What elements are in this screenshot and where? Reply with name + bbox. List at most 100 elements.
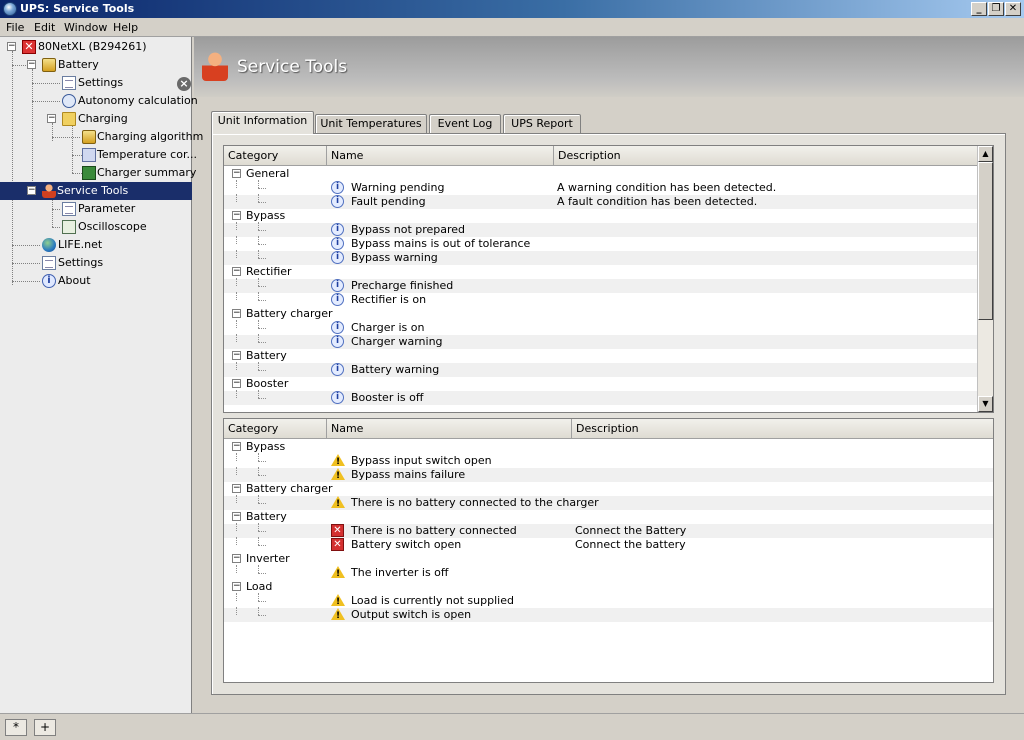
collapse-icon[interactable]: − (27, 186, 36, 195)
error-icon: ✕ (331, 524, 344, 537)
collapse-icon[interactable]: − (232, 379, 241, 388)
scroll-up-button[interactable]: ▲ (978, 146, 993, 162)
category-row[interactable]: − Booster (224, 377, 979, 391)
collapse-icon[interactable]: − (232, 512, 241, 521)
table-row[interactable]: ! Bypass input switch open (224, 453, 993, 468)
table-row[interactable]: i Fault pending A fault condition has been… (224, 194, 979, 209)
table-row[interactable]: ! Bypass mains failure (224, 467, 993, 482)
column-category[interactable]: Category (224, 146, 327, 166)
column-name[interactable]: Name (327, 419, 572, 439)
info-icon: i (331, 195, 344, 208)
table-row[interactable]: i Charger is on (224, 320, 979, 335)
tab-event-log[interactable]: Event Log (429, 114, 501, 133)
collapse-icon[interactable]: − (232, 267, 241, 276)
column-description[interactable]: Description (554, 146, 979, 166)
add-button[interactable]: + (34, 719, 56, 736)
tree-node-ups-unit[interactable]: − ✕ 80NetXL (B294261) (4, 38, 174, 56)
collapse-icon[interactable]: − (232, 211, 241, 220)
item-name: Charger warning (351, 335, 443, 348)
menu-help[interactable]: Help (113, 21, 138, 34)
window-title: UPS: Service Tools (20, 2, 135, 15)
column-description[interactable]: Description (572, 419, 993, 439)
info-icon: i (331, 363, 344, 376)
service-person-icon (202, 51, 228, 81)
table-row[interactable]: i Charger warning (224, 334, 979, 349)
collapse-icon[interactable]: − (7, 42, 16, 51)
table-row[interactable]: i Battery warning (224, 362, 979, 377)
alarms-grid[interactable]: Category Name Description − Bypass! Bypass… (223, 418, 994, 683)
tree-node-service-tools[interactable]: − Service Tools (0, 182, 192, 200)
tree-node-oscilloscope[interactable]: Oscilloscope (60, 218, 160, 236)
tree-label-root: 80NetXL (B294261) (38, 40, 147, 53)
tab-unit-information[interactable]: Unit Information (211, 111, 314, 134)
tree-node-parameter[interactable]: Parameter (60, 200, 160, 218)
menu-file[interactable]: File (6, 21, 24, 34)
category-row[interactable]: − Battery charger (224, 482, 993, 496)
table-row[interactable]: ✕ Battery switch open Connect the battery (224, 537, 993, 552)
table-row[interactable]: i Precharge finished (224, 278, 979, 293)
tree-node-settings[interactable]: Settings (60, 74, 160, 92)
table-row[interactable]: ! Output switch is open (224, 607, 993, 622)
tree-node-temperature[interactable]: Temperature cor... (80, 146, 197, 164)
info-icon: i (331, 321, 344, 334)
collapse-icon[interactable]: − (232, 169, 241, 178)
close-unit-icon[interactable]: × (177, 77, 191, 91)
category-row[interactable]: − Battery (224, 510, 993, 524)
tree-node-charging[interactable]: − Charging (44, 110, 154, 128)
info-icon: i (331, 335, 344, 348)
category-row[interactable]: − Battery (224, 349, 979, 363)
tree-node-charging-algorithm[interactable]: Charging algorithm (80, 128, 203, 146)
column-category[interactable]: Category (224, 419, 327, 439)
category-label: Bypass (246, 440, 286, 453)
oscilloscope-icon (62, 220, 76, 234)
table-row[interactable]: i Booster is off (224, 390, 979, 405)
collapse-icon[interactable]: − (232, 309, 241, 318)
category-row[interactable]: − General (224, 167, 979, 181)
table-row[interactable]: ! Load is currently not supplied (224, 593, 993, 608)
tab-panel: Category Name Description − General i Warni… (211, 133, 1006, 695)
table-row[interactable]: ! There is no battery connected to the ch… (224, 495, 993, 510)
tree-node-battery[interactable]: − Battery (24, 56, 144, 74)
menu-edit[interactable]: Edit (34, 21, 55, 34)
tree-node-autonomy[interactable]: Autonomy calculation (60, 92, 198, 110)
table-row[interactable]: i Bypass not prepared (224, 222, 979, 237)
collapse-icon[interactable]: − (232, 442, 241, 451)
collapse-icon[interactable]: − (47, 114, 56, 123)
collapse-icon[interactable]: − (232, 554, 241, 563)
category-row[interactable]: − Inverter (224, 552, 993, 566)
category-row[interactable]: − Bypass (224, 440, 993, 454)
tree-node-charger-summary[interactable]: Charger summary (80, 164, 196, 182)
table-row[interactable]: ✕ There is no battery connected Connect th… (224, 523, 993, 538)
column-name[interactable]: Name (327, 146, 554, 166)
tree-node-lifenet[interactable]: LIFE.net (40, 236, 140, 254)
restore-button[interactable]: ❐ (988, 2, 1004, 16)
table-row[interactable]: i Rectifier is on (224, 292, 979, 307)
menu-window[interactable]: Window (64, 21, 107, 34)
table-row[interactable]: i Warning pending A warning condition has … (224, 180, 979, 195)
star-button[interactable]: * (5, 719, 27, 736)
table-row[interactable]: ! The inverter is off (224, 565, 993, 580)
category-row[interactable]: − Rectifier (224, 265, 979, 279)
collapse-icon[interactable]: − (232, 582, 241, 591)
tab-ups-report[interactable]: UPS Report (503, 114, 581, 133)
collapse-icon[interactable]: − (232, 484, 241, 493)
scroll-down-button[interactable]: ▼ (978, 396, 993, 412)
close-button[interactable]: ✕ (1005, 2, 1021, 16)
category-label: Booster (246, 377, 289, 390)
category-row[interactable]: − Bypass (224, 209, 979, 223)
table-row[interactable]: i Bypass mains is out of tolerance (224, 236, 979, 251)
category-row[interactable]: − Load (224, 580, 993, 594)
tree-node-about[interactable]: i About (40, 272, 140, 290)
tab-unit-temperatures[interactable]: Unit Temperatures (315, 114, 427, 133)
warning-icon: ! (331, 566, 345, 579)
table-row[interactable]: i Bypass warning (224, 250, 979, 265)
category-row[interactable]: − Battery charger (224, 307, 979, 321)
tree-node-settings-2[interactable]: Settings (40, 254, 140, 272)
minimize-button[interactable]: _ (971, 2, 987, 16)
item-name: Bypass mains is out of tolerance (351, 237, 531, 250)
scroll-thumb[interactable] (978, 162, 993, 320)
status-grid[interactable]: Category Name Description − General i Warni… (223, 145, 994, 413)
collapse-icon[interactable]: − (232, 351, 241, 360)
collapse-icon[interactable]: − (27, 60, 36, 69)
vertical-scrollbar[interactable]: ▲ ▼ (977, 146, 993, 412)
